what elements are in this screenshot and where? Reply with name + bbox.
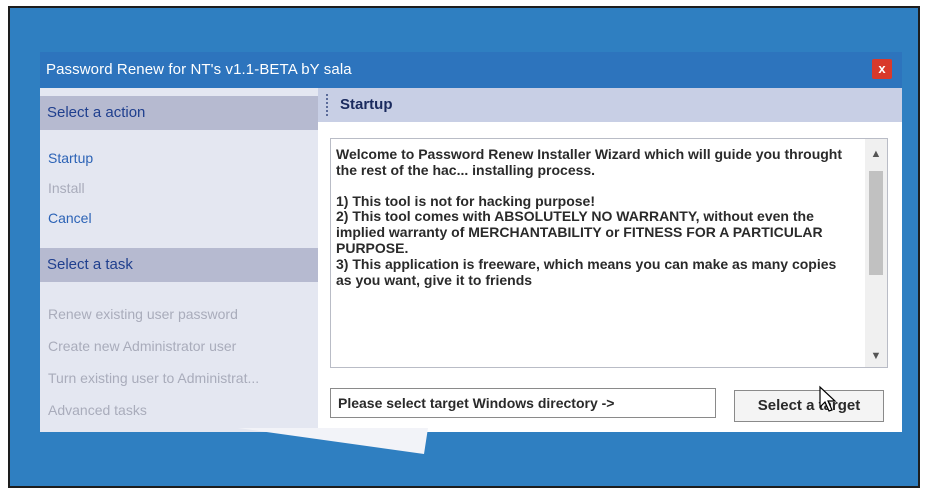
point-3: 3) This application is freeware, which m… xyxy=(336,255,837,288)
sidebar-item-create-admin[interactable]: Create new Administrator user xyxy=(48,338,310,354)
page-title: Startup xyxy=(340,96,393,113)
sidebar-item-install[interactable]: Install xyxy=(48,180,310,196)
point-1: 1) This tool is not for hacking purpose! xyxy=(336,192,596,209)
sidebar-item-startup[interactable]: Startup xyxy=(48,150,310,166)
header-separator xyxy=(326,94,330,116)
close-button[interactable]: x xyxy=(872,59,892,79)
sidebar-item-cancel[interactable]: Cancel xyxy=(48,210,310,226)
sidebar-item-renew-password[interactable]: Renew existing user password xyxy=(48,306,310,322)
select-target-button[interactable]: Select a target xyxy=(734,390,884,422)
main-header: Startup xyxy=(318,88,902,122)
sidebar-item-turn-admin[interactable]: Turn existing user to Administrat... xyxy=(48,370,310,386)
window-title: Password Renew for NT's v1.1-BETA bY sal… xyxy=(46,61,352,78)
password-renew-window: Password Renew for NT's v1.1-BETA bY sal… xyxy=(40,52,902,432)
action-section-header: Select a action xyxy=(40,96,318,130)
mouse-cursor-icon xyxy=(819,385,837,412)
target-directory-field[interactable]: Please select target Windows directory -… xyxy=(330,388,716,418)
license-text: Welcome to Password Renew Installer Wiza… xyxy=(336,147,851,363)
vertical-scrollbar[interactable]: ▲ ▼ xyxy=(865,139,887,367)
scroll-thumb[interactable] xyxy=(869,171,883,275)
sidebar-item-advanced-tasks[interactable]: Advanced tasks xyxy=(48,402,310,418)
sidebar: Select a action Startup Install Cancel S… xyxy=(40,88,318,432)
welcome-paragraph: Welcome to Password Renew Installer Wiza… xyxy=(336,147,843,178)
scroll-up-icon[interactable]: ▲ xyxy=(865,143,887,165)
main-panel: Startup Welcome to Password Renew Instal… xyxy=(318,88,902,432)
license-textbox[interactable]: Welcome to Password Renew Installer Wiza… xyxy=(330,138,888,368)
point-2: 2) This tool comes with ABSOLUTELY NO WA… xyxy=(336,208,823,256)
task-section-header: Select a task xyxy=(40,248,318,282)
title-bar[interactable]: Password Renew for NT's v1.1-BETA bY sal… xyxy=(40,52,902,88)
tooltip-tail xyxy=(238,428,428,454)
scroll-down-icon[interactable]: ▼ xyxy=(865,345,887,367)
close-icon: x xyxy=(878,61,886,76)
